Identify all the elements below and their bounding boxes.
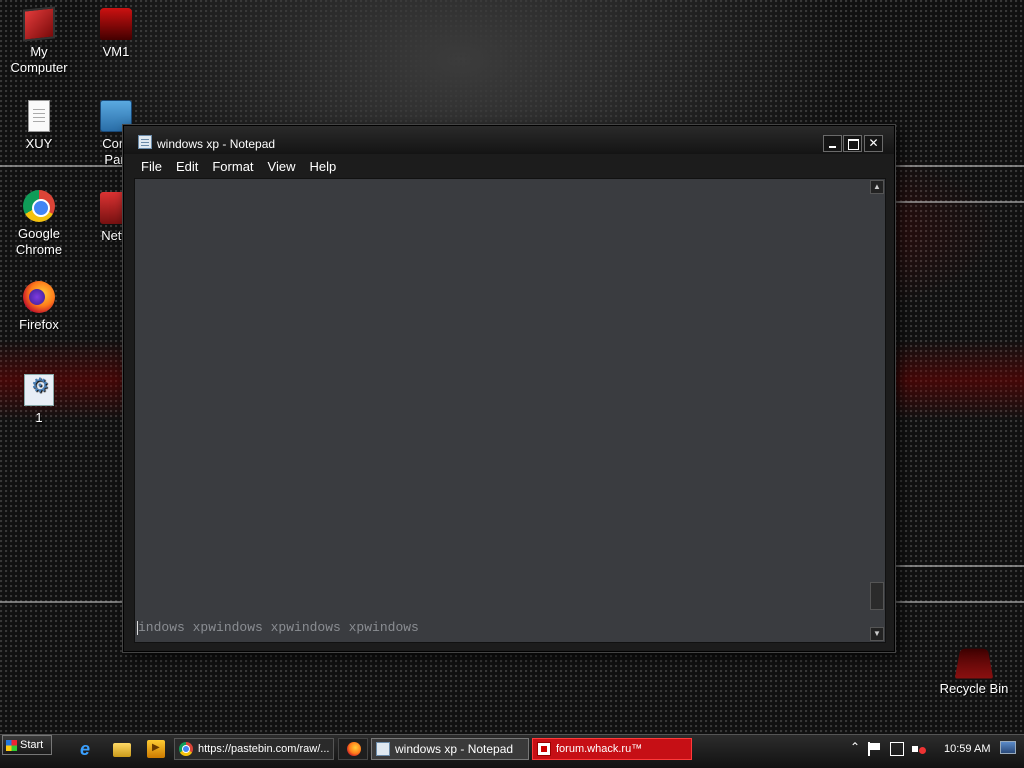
settings-file-icon [24,374,54,406]
chevron-up-icon[interactable]: ⌃ [850,740,860,754]
desktop-icon-google-chrome[interactable]: Google Chrome [1,190,77,258]
taskbar-item-firefox[interactable] [338,738,368,760]
notepad-titlebar[interactable]: windows xp - Notepad ✕ [124,126,894,154]
desktop-icon-recycle-bin[interactable]: Recycle Bin [936,645,1012,697]
desktop-icon-vm1[interactable]: VM1 [78,8,154,60]
maximize-button[interactable] [843,135,862,152]
text-caret [137,621,138,635]
forum-icon [537,742,551,756]
internet-explorer-icon[interactable]: e [80,740,98,758]
menu-file[interactable]: File [134,155,169,178]
my-computer-icon [23,6,55,42]
menu-edit[interactable]: Edit [169,155,205,178]
scroll-up-icon[interactable]: ▲ [870,180,884,194]
volume-muted-icon[interactable] [912,742,926,756]
editor-text: indows xpwindows xpwindows xpwindows [138,620,419,635]
chrome-icon [23,190,55,222]
chrome-icon [179,742,193,756]
menubar: File Edit Format View Help [134,154,884,178]
menu-help[interactable]: Help [302,155,343,178]
desktop-icon-label: Recycle Bin [939,681,1009,696]
windows-logo-icon [6,739,17,751]
desktop-icon-label: Firefox [19,317,59,332]
menu-view[interactable]: View [261,155,303,178]
start-button[interactable]: Start [2,735,52,755]
action-center-flag-icon[interactable] [868,742,882,756]
clock[interactable]: 10:59 AM [944,743,990,755]
firefox-icon [347,742,361,756]
desktop-icon-label: Google Chrome [15,226,63,257]
close-button[interactable]: ✕ [864,135,883,152]
menu-format[interactable]: Format [205,155,260,178]
scroll-down-icon[interactable]: ▼ [870,627,884,641]
wallpaper-band [880,201,1024,203]
desktop-icon-1[interactable]: 1 [1,374,77,426]
system-tray: ⌃ 10:59 AM [846,738,1024,760]
taskbar: Start e https://pastebin.com/raw/... win… [0,734,1024,768]
desktop-icon-my-computer[interactable]: My Computer [1,6,77,76]
vm-icon [100,8,132,40]
taskbar-item-forum[interactable]: forum.whack.ru™ [532,738,692,760]
desktop-icon-label: XUY [25,136,53,151]
desktop-icon-xuy[interactable]: XUY [1,100,77,152]
firefox-icon [23,281,55,313]
taskbar-item-label: https://pastebin.com/raw/... [198,743,330,755]
taskbar-item-label: windows xp - Notepad [395,742,514,756]
text-file-icon [28,100,50,132]
notepad-icon [376,742,390,756]
media-player-icon[interactable] [147,740,165,758]
scrollbar-thumb[interactable] [870,582,884,610]
desktop-icon-label: VM1 [102,44,130,59]
folder-icon[interactable] [113,743,131,757]
wallpaper-band [880,565,1024,567]
minimize-button[interactable] [823,135,842,152]
desktop-icon-firefox[interactable]: Firefox [1,281,77,333]
desktop-icon-label: 1 [35,410,43,425]
show-desktop-icon[interactable] [1000,741,1016,754]
desktop-icon-label: My Computer [10,44,68,75]
window-title: windows xp - Notepad [157,137,276,151]
notepad-window[interactable]: windows xp - Notepad ✕ File Edit Format … [123,125,895,652]
text-editor[interactable]: indows xpwindows xpwindows xpwindows ▲ ▼ [134,178,886,643]
taskbar-item-chrome[interactable]: https://pastebin.com/raw/... [174,738,334,760]
vertical-scrollbar[interactable]: ▲ ▼ [869,179,885,642]
notepad-icon [138,135,152,149]
taskbar-item-label: forum.whack.ru™ [556,743,643,755]
taskbar-item-notepad[interactable]: windows xp - Notepad [371,738,529,760]
start-label: Start [20,739,44,751]
recycle-bin-icon [954,648,994,679]
network-tray-icon[interactable] [890,742,904,756]
